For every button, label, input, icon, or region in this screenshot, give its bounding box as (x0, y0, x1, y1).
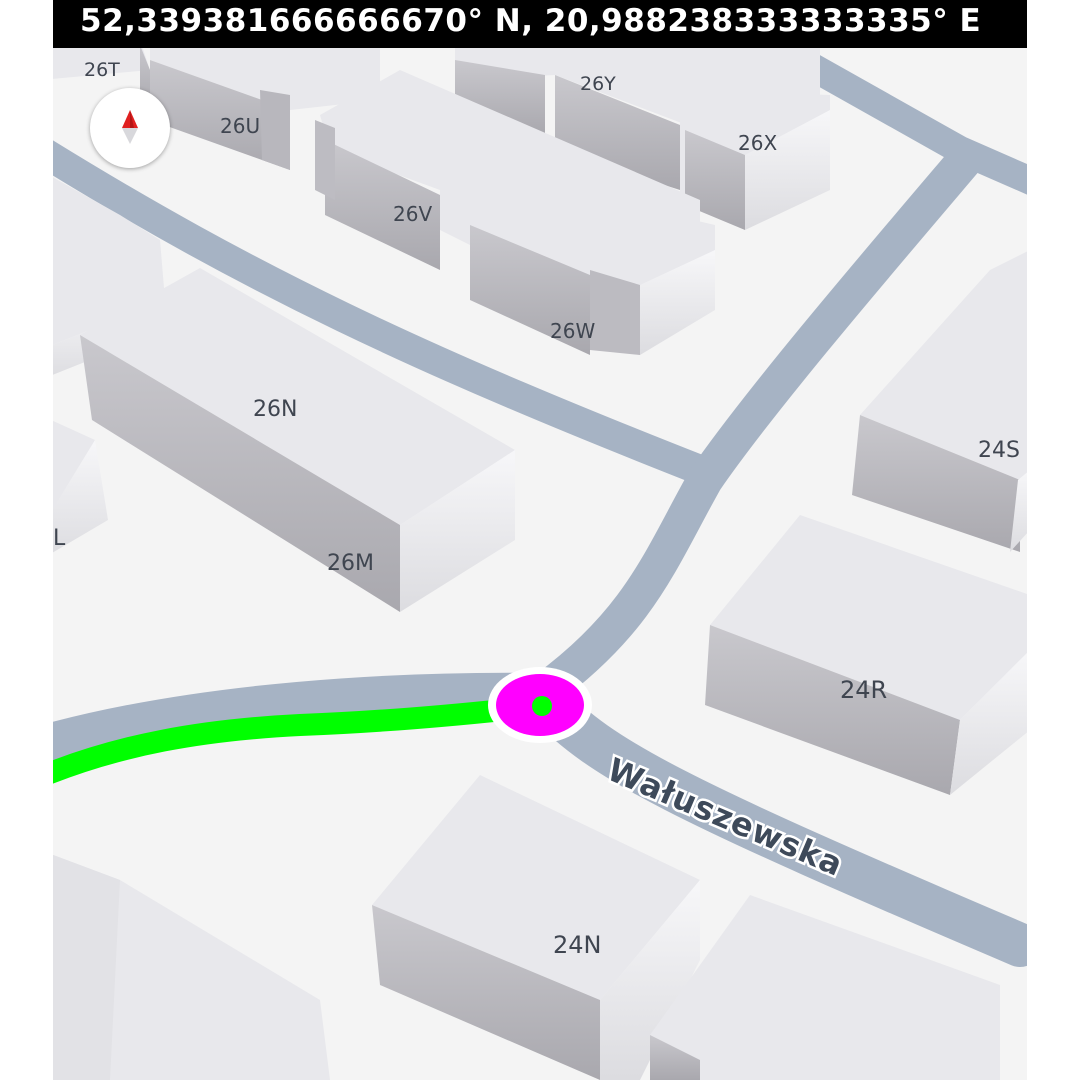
label-26N: 26N (253, 397, 297, 422)
building-bottom-left (53, 854, 330, 1080)
compass-icon (122, 110, 138, 144)
label-26W: 26W (550, 319, 595, 343)
building-26X (680, 90, 830, 230)
compass-button[interactable] (90, 88, 170, 168)
label-26V: 26V (393, 202, 432, 226)
current-location-icon[interactable] (488, 667, 592, 743)
label-26U: 26U (220, 114, 260, 138)
label-24S: 24S (978, 438, 1020, 463)
label-26T: 26T (84, 59, 120, 81)
label-24N: 24N (553, 931, 602, 959)
road-top-right (786, 46, 1027, 195)
label-24R: 24R (840, 676, 887, 704)
building-24R (705, 515, 1027, 795)
label-26X: 26X (738, 131, 777, 155)
label-L: L (53, 526, 66, 551)
buildings (53, 40, 1027, 1080)
label-26M: 26M (327, 551, 374, 576)
building-24S (852, 251, 1027, 552)
coordinates-bar: 52,339381666666670° N, 20,98823833333333… (53, 0, 1027, 48)
label-26Y: 26Y (580, 73, 616, 95)
building-26N (80, 268, 515, 612)
map-view[interactable]: 26T 26U 26Y 26X 26V 26W 26N 26M L 24S 24… (53, 0, 1027, 1080)
coordinates-text: 52,339381666666670° N, 20,98823833333333… (80, 3, 982, 39)
